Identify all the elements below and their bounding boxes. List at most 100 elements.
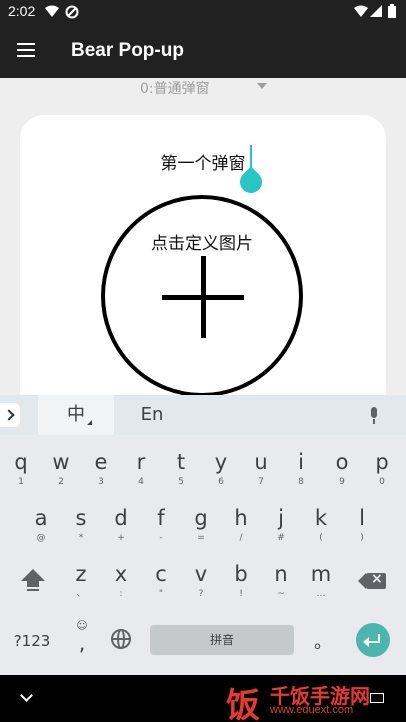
key-hint: 4 xyxy=(138,477,144,487)
key-hint: + xyxy=(117,533,125,543)
key-x[interactable]: x: xyxy=(101,553,141,607)
key-label: x xyxy=(114,562,128,586)
key-label: h xyxy=(234,506,248,530)
key-c[interactable]: c " xyxy=(141,553,181,607)
enter-arrow-tip xyxy=(363,637,369,647)
lang-tab-english[interactable]: En xyxy=(114,395,190,435)
key-label: b xyxy=(234,562,248,586)
key-v[interactable]: v? xyxy=(181,553,221,607)
key-label: m xyxy=(310,562,332,586)
wifi-icon xyxy=(354,5,368,17)
period-key[interactable]: 。 xyxy=(306,629,340,657)
shift-stem xyxy=(27,581,39,587)
key-label: a xyxy=(34,506,48,530)
key-d[interactable]: d + xyxy=(101,497,141,551)
key-e[interactable]: e3 xyxy=(81,441,121,495)
key-hint: 9 xyxy=(339,477,345,487)
key-u[interactable]: u7 xyxy=(241,441,281,495)
key-o[interactable]: o9 xyxy=(322,441,362,495)
key-label: g xyxy=(194,506,208,530)
app-title: Bear Pop-up xyxy=(71,40,184,61)
dropdown-arrow-icon xyxy=(257,83,267,89)
image-picker[interactable]: 点击定义图片 xyxy=(101,195,303,397)
hide-keyboard-icon[interactable] xyxy=(20,689,33,702)
signal-icon xyxy=(370,5,382,17)
microphone-icon[interactable] xyxy=(368,407,380,425)
key-label: w xyxy=(52,450,70,474)
shift-icon xyxy=(20,569,46,593)
key-hint: ? xyxy=(198,589,204,599)
key-label: v xyxy=(194,562,208,586)
mic-stand xyxy=(373,419,375,424)
key-h[interactable]: h / xyxy=(221,497,261,551)
key-label: d xyxy=(114,506,128,530)
wifi-question-icon xyxy=(45,5,59,17)
key-hint: " xyxy=(158,589,164,599)
key-hint: * xyxy=(78,533,84,543)
expand-toolbar-button[interactable] xyxy=(0,403,20,427)
key-label: r xyxy=(136,450,146,474)
menu-icon-line xyxy=(17,43,35,45)
key-hint: # xyxy=(277,533,285,543)
keyboard-switch-icon[interactable] xyxy=(370,693,384,703)
shift-arrow xyxy=(21,569,45,581)
key-hint: 1 xyxy=(18,477,24,487)
key-label: c xyxy=(155,562,167,586)
key-a[interactable]: a @ xyxy=(21,497,61,551)
key-n[interactable]: n ~ xyxy=(261,553,301,607)
key-q[interactable]: q1 xyxy=(1,441,41,495)
watermark-url: www.eduext.com xyxy=(270,704,354,716)
key-label: y xyxy=(214,450,228,474)
key-s[interactable]: s * xyxy=(61,497,101,551)
key-i[interactable]: i8 xyxy=(281,441,321,495)
key-label: l xyxy=(359,506,365,530)
app-bar: Bear Pop-up xyxy=(0,24,406,78)
globe-icon[interactable] xyxy=(111,629,131,649)
key-label: n xyxy=(274,562,288,586)
key-z[interactable]: z、 xyxy=(61,553,101,607)
key-l[interactable]: l) xyxy=(342,497,382,551)
keyboard-toolbar: 中 En xyxy=(0,395,406,435)
key-b[interactable]: b! xyxy=(221,553,261,607)
key-t[interactable]: t5 xyxy=(161,441,201,495)
key-label: z xyxy=(75,562,87,586)
key-hint: … xyxy=(316,589,326,599)
keyboard: q1 w2 e3 r4 t5 y6 u7 i8 o9 p0 a @ s * d + f… xyxy=(0,435,406,675)
key-r[interactable]: r4 xyxy=(121,441,161,495)
key-m[interactable]: m… xyxy=(301,553,341,607)
menu-button[interactable] xyxy=(12,37,42,65)
key-hint: - xyxy=(159,533,163,543)
key-p[interactable]: p0 xyxy=(362,441,402,495)
key-g[interactable]: g = xyxy=(181,497,221,551)
key-j[interactable]: j # xyxy=(261,497,301,551)
space-bar[interactable]: 拼音 xyxy=(150,625,294,655)
key-hint: ~ xyxy=(277,589,285,599)
popup-type-spinner[interactable]: 0:普通弹窗 xyxy=(120,74,280,98)
key-hint: 7 xyxy=(258,477,264,487)
status-bar: 2:02 xyxy=(0,0,406,24)
backspace-icon[interactable]: × xyxy=(358,571,386,589)
symbols-key[interactable]: ?123 xyxy=(8,629,56,653)
comma-key[interactable]: ☺ , xyxy=(64,619,100,663)
sync-icon xyxy=(65,5,79,19)
key-f[interactable]: f- xyxy=(141,497,181,551)
key-hint: : xyxy=(119,589,123,599)
key-label: o xyxy=(335,450,349,474)
key-y[interactable]: y6 xyxy=(201,441,241,495)
lang-tab-chinese[interactable]: 中 xyxy=(38,395,114,435)
comma-label: , xyxy=(78,631,86,655)
key-label: i xyxy=(298,450,304,474)
enter-key[interactable] xyxy=(356,623,390,657)
spinner-value: 0:普通弹窗 xyxy=(140,81,210,97)
status-time: 2:02 xyxy=(8,3,36,19)
key-hint: ( xyxy=(319,533,323,543)
key-w[interactable]: w2 xyxy=(41,441,81,495)
battery-icon xyxy=(388,4,396,18)
popup-title-field[interactable]: 第一个弹窗 xyxy=(20,149,386,174)
key-k[interactable]: k( xyxy=(301,497,341,551)
key-hint: 3 xyxy=(98,477,104,487)
key-hint: 5 xyxy=(178,477,184,487)
image-picker-label: 点击定义图片 xyxy=(151,234,253,254)
key-hint: ) xyxy=(360,533,364,543)
key-hint: 6 xyxy=(218,477,224,487)
